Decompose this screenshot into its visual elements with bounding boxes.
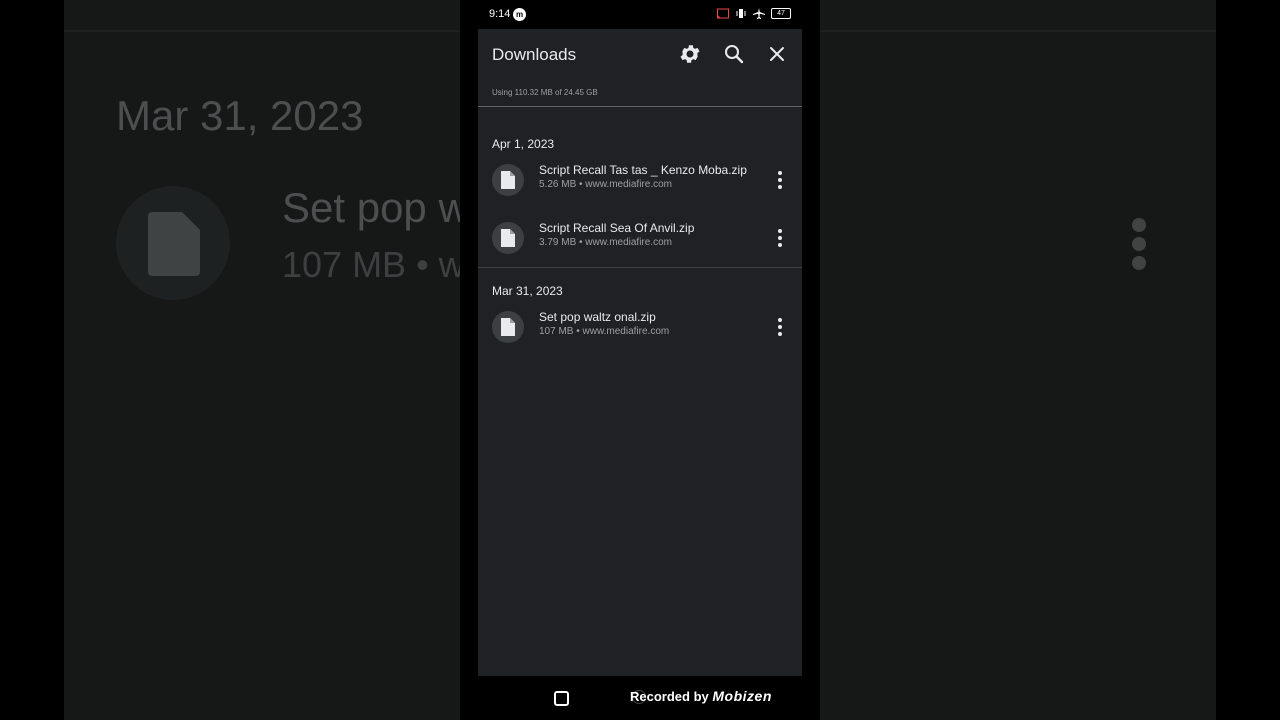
- more-options-icon[interactable]: [770, 315, 790, 339]
- file-icon-wrapper: [492, 222, 524, 254]
- background-more-icon: [1132, 218, 1146, 275]
- file-icon-wrapper: [492, 311, 524, 343]
- file-meta: 107 MB • www.mediafire.com: [539, 326, 670, 337]
- background-file-meta: 107 MB • w: [282, 244, 465, 285]
- file-meta: 3.79 MB • www.mediafire.com: [539, 237, 672, 248]
- header-divider: [478, 106, 802, 107]
- phone-screen: 9:14 m 47 Downloads Using 110.32 MB of 2…: [460, 0, 820, 720]
- battery-icon: 47: [771, 8, 791, 19]
- download-item[interactable]: Script Recall Tas tas _ Kenzo Moba.zip 5…: [478, 158, 802, 204]
- recents-button[interactable]: [554, 691, 569, 706]
- storage-usage-text: Using 110.32 MB of 24.45 GB: [492, 88, 598, 97]
- mobizen-notification-icon: m: [513, 8, 526, 21]
- header: Downloads: [478, 29, 802, 79]
- more-options-icon[interactable]: [770, 168, 790, 192]
- close-icon[interactable]: [765, 42, 789, 66]
- file-icon: [501, 229, 515, 247]
- file-icon: [501, 318, 515, 336]
- watermark-brand: Mobizen: [712, 688, 772, 704]
- downloads-panel: Downloads Using 110.32 MB of 24.45 GB Ap…: [478, 29, 802, 676]
- background-file-name: Set pop w: [282, 184, 469, 231]
- download-item[interactable]: Script Recall Sea Of Anvil.zip 3.79 MB •…: [478, 216, 802, 262]
- file-name: Set pop waltz onal.zip: [539, 310, 656, 324]
- more-options-icon[interactable]: [770, 226, 790, 250]
- watermark-prefix: Recorded by: [630, 689, 709, 704]
- download-item[interactable]: Set pop waltz onal.zip 107 MB • www.medi…: [478, 305, 802, 351]
- vibrate-icon: [736, 9, 746, 18]
- status-icons: 47: [717, 8, 791, 19]
- section-divider: [478, 267, 802, 268]
- file-meta: 5.26 MB • www.mediafire.com: [539, 179, 672, 190]
- status-bar: 9:14 m 47: [460, 0, 820, 29]
- date-header-mar-31: Mar 31, 2023: [492, 284, 563, 298]
- status-time: 9:14: [489, 8, 511, 20]
- airplane-mode-icon: [753, 8, 765, 19]
- file-name: Script Recall Tas tas _ Kenzo Moba.zip: [539, 163, 747, 177]
- page-title: Downloads: [492, 45, 577, 64]
- date-header-apr-1: Apr 1, 2023: [492, 137, 555, 151]
- recording-watermark: Recorded by Mobizen: [630, 688, 772, 704]
- search-icon[interactable]: [722, 42, 746, 66]
- background-file-icon: [148, 212, 200, 276]
- file-icon-wrapper: [492, 164, 524, 196]
- settings-gear-icon[interactable]: [678, 42, 702, 66]
- navigation-bar: Recorded by Mobizen: [460, 676, 820, 720]
- background-date: Mar 31, 2023: [116, 92, 364, 139]
- cast-icon: [717, 8, 729, 19]
- file-icon: [501, 171, 515, 189]
- file-name: Script Recall Sea Of Anvil.zip: [539, 221, 695, 235]
